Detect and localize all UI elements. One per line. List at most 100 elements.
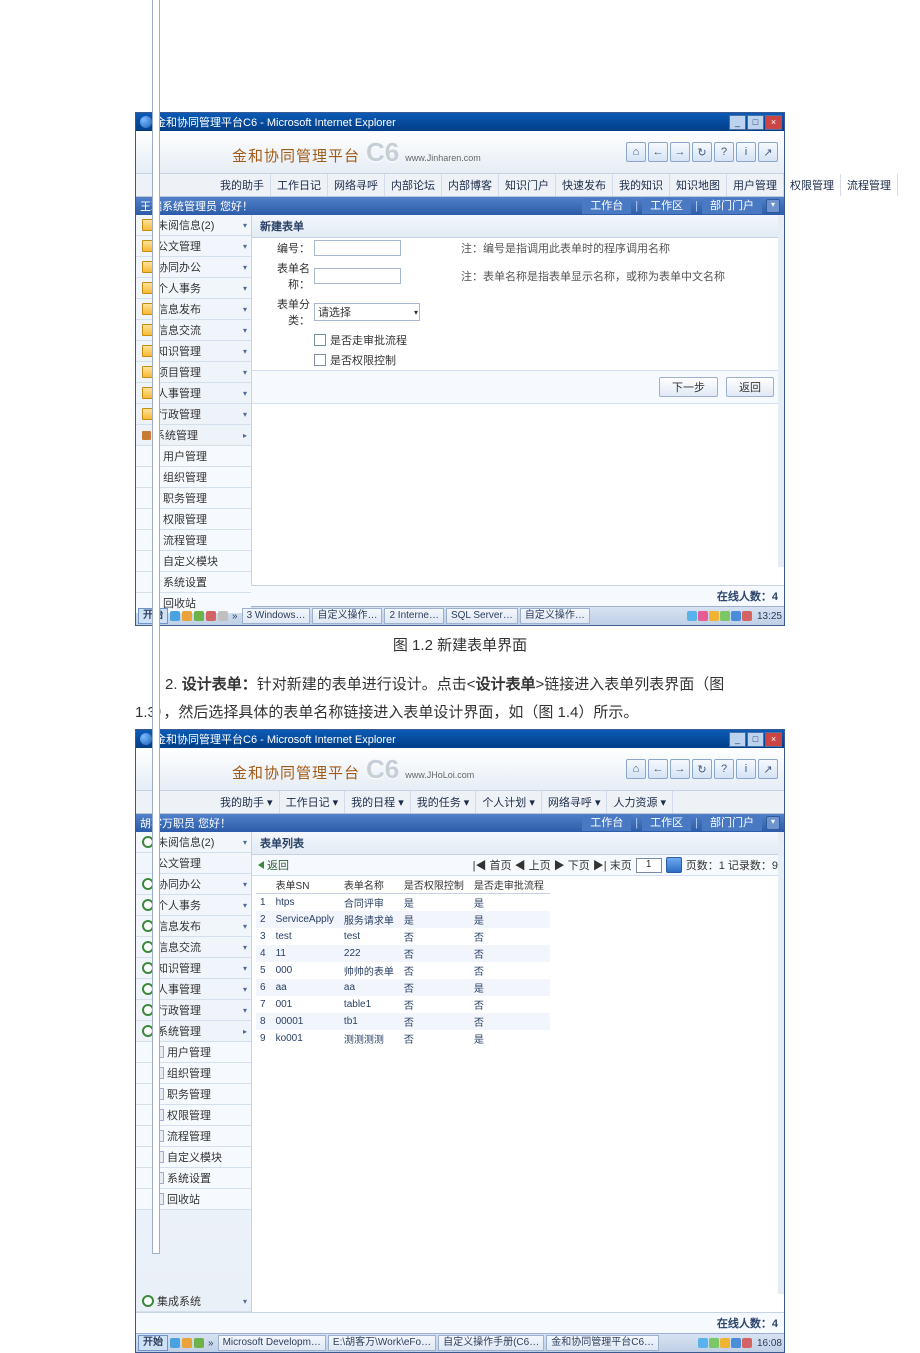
tab-hr-resources[interactable]: 人力资源 ▾: [607, 791, 673, 813]
window-min-button[interactable]: _: [729, 732, 746, 747]
window-close-button[interactable]: ×: [765, 732, 782, 747]
tab-my-assistant[interactable]: 我的助手: [214, 174, 271, 196]
chevron-down-icon: ▾: [243, 410, 247, 419]
tab-user-mgmt[interactable]: 用户管理: [727, 174, 784, 196]
table-row[interactable]: 9ko001测测测测否是: [256, 1030, 550, 1047]
table-row[interactable]: 800001tb1否否: [256, 1013, 550, 1030]
tray-icon[interactable]: [731, 1338, 741, 1348]
pager-page-input[interactable]: 1: [636, 858, 662, 873]
tray-icon[interactable]: [742, 1338, 752, 1348]
refresh-icon[interactable]: ↻: [692, 759, 712, 779]
table-row[interactable]: 6aaaa否是: [256, 979, 550, 996]
task-item[interactable]: 自定义操作…: [312, 608, 382, 624]
tab-flow-mgmt[interactable]: 流程管理: [841, 174, 898, 196]
tab-internal-forum[interactable]: 内部论坛: [385, 174, 442, 196]
task-item[interactable]: 自定义操作…: [520, 608, 590, 624]
quicklaunch-icon[interactable]: [206, 611, 216, 621]
quicklaunch-icon[interactable]: [182, 1338, 192, 1348]
task-item[interactable]: 2 Interne…: [384, 608, 443, 624]
table-row[interactable]: 2ServiceApply服务请求单是是: [256, 911, 550, 928]
quicklaunch-icon[interactable]: [194, 611, 204, 621]
tab-work-diary[interactable]: 工作日记 ▾: [280, 791, 346, 813]
right-tab-workbench[interactable]: 工作台: [582, 198, 631, 214]
table-row[interactable]: 3testtest否否: [256, 928, 550, 945]
tab-knowledge-map[interactable]: 知识地图: [670, 174, 727, 196]
pager-go-button[interactable]: [666, 857, 682, 873]
tray-icon[interactable]: [709, 1338, 719, 1348]
tray-icon[interactable]: [709, 611, 719, 621]
start-button[interactable]: 开始: [138, 1335, 168, 1351]
help-icon[interactable]: ?: [714, 142, 734, 162]
tray-icon[interactable]: [742, 611, 752, 621]
info-icon[interactable]: i: [736, 759, 756, 779]
pager-nav[interactable]: |◀ 首页 ◀ 上页 ▶ 下页 ▶| 末页: [473, 857, 632, 873]
back-icon[interactable]: ←: [648, 759, 668, 779]
logout-icon[interactable]: ↗: [758, 759, 778, 779]
tab-net-pager[interactable]: 网络寻呼: [328, 174, 385, 196]
tab-my-knowledge[interactable]: 我的知识: [613, 174, 670, 196]
tray-icon[interactable]: [687, 611, 697, 621]
main-scrollbar[interactable]: [778, 215, 784, 567]
forward-icon[interactable]: →: [670, 142, 690, 162]
window-max-button[interactable]: □: [747, 732, 764, 747]
table-cell: 否: [400, 1013, 470, 1030]
task-item[interactable]: 金和协同管理平台C6…: [546, 1335, 659, 1351]
back-link[interactable]: 返回: [258, 857, 289, 873]
tab-my-assistant[interactable]: 我的助手 ▾: [214, 791, 280, 813]
quicklaunch-icon[interactable]: [170, 611, 180, 621]
right-tab-dept-portal[interactable]: 部门门户: [702, 815, 762, 831]
tab-work-diary[interactable]: 工作日记: [271, 174, 328, 196]
task-item[interactable]: SQL Server…: [446, 608, 518, 624]
window-close-button[interactable]: ×: [765, 115, 782, 130]
checkbox-permission[interactable]: [314, 354, 326, 366]
tab-net-pager[interactable]: 网络寻呼 ▾: [542, 791, 608, 813]
task-item[interactable]: Microsoft Developm…: [218, 1335, 326, 1351]
back-icon[interactable]: ←: [648, 142, 668, 162]
quicklaunch-icon[interactable]: [194, 1338, 204, 1348]
home-icon[interactable]: ⌂: [626, 142, 646, 162]
refresh-icon[interactable]: ↻: [692, 142, 712, 162]
quicklaunch-icon[interactable]: [182, 611, 192, 621]
main-scrollbar[interactable]: [778, 832, 784, 1294]
next-button[interactable]: 下一步: [659, 377, 718, 397]
task-item[interactable]: E:\胡客万\Work\eFo…: [328, 1335, 436, 1351]
table-row[interactable]: 5000帅帅的表单否否: [256, 962, 550, 979]
quicklaunch-icon[interactable]: [218, 611, 228, 621]
info-icon[interactable]: i: [736, 142, 756, 162]
table-row[interactable]: 7001table1否否: [256, 996, 550, 1013]
quicklaunch-icon[interactable]: [170, 1338, 180, 1348]
right-tab-workarea[interactable]: 工作区: [642, 198, 691, 214]
portal-dropdown-icon[interactable]: ▾: [766, 816, 780, 830]
table-row[interactable]: 411222否否: [256, 945, 550, 962]
task-item[interactable]: 自定义操作手册(C6…: [438, 1335, 544, 1351]
right-tab-workarea[interactable]: 工作区: [642, 815, 691, 831]
tray-icon[interactable]: [698, 611, 708, 621]
tab-perm-mgmt[interactable]: 权限管理: [784, 174, 841, 196]
tray-icon[interactable]: [698, 1338, 708, 1348]
tab-knowledge-portal[interactable]: 知识门户: [499, 174, 556, 196]
tray-icon[interactable]: [731, 611, 741, 621]
window-min-button[interactable]: _: [729, 115, 746, 130]
forward-icon[interactable]: →: [670, 759, 690, 779]
right-tab-dept-portal[interactable]: 部门门户: [702, 198, 762, 214]
tab-personal-plan[interactable]: 个人计划 ▾: [476, 791, 542, 813]
checkbox-approval[interactable]: [314, 334, 326, 346]
portal-dropdown-icon[interactable]: ▾: [766, 199, 780, 213]
task-item[interactable]: 3 Windows…: [242, 608, 311, 624]
right-tab-workbench[interactable]: 工作台: [582, 815, 631, 831]
back-button[interactable]: 返回: [726, 377, 774, 397]
tray-icon[interactable]: [720, 1338, 730, 1348]
tray-icon[interactable]: [720, 611, 730, 621]
tab-my-tasks[interactable]: 我的任务 ▾: [411, 791, 477, 813]
home-icon[interactable]: ⌂: [626, 759, 646, 779]
logout-icon[interactable]: ↗: [758, 142, 778, 162]
tab-internal-blog[interactable]: 内部博客: [442, 174, 499, 196]
table-row[interactable]: 1htps合同评审是是: [256, 894, 550, 912]
help-icon[interactable]: ?: [714, 759, 734, 779]
name-input[interactable]: [314, 268, 401, 284]
tab-quick-publish[interactable]: 快速发布: [556, 174, 613, 196]
category-select[interactable]: 请选择 ▾: [314, 303, 420, 321]
window-max-button[interactable]: □: [747, 115, 764, 130]
code-input[interactable]: [314, 240, 401, 256]
tab-my-schedule[interactable]: 我的日程 ▾: [345, 791, 411, 813]
